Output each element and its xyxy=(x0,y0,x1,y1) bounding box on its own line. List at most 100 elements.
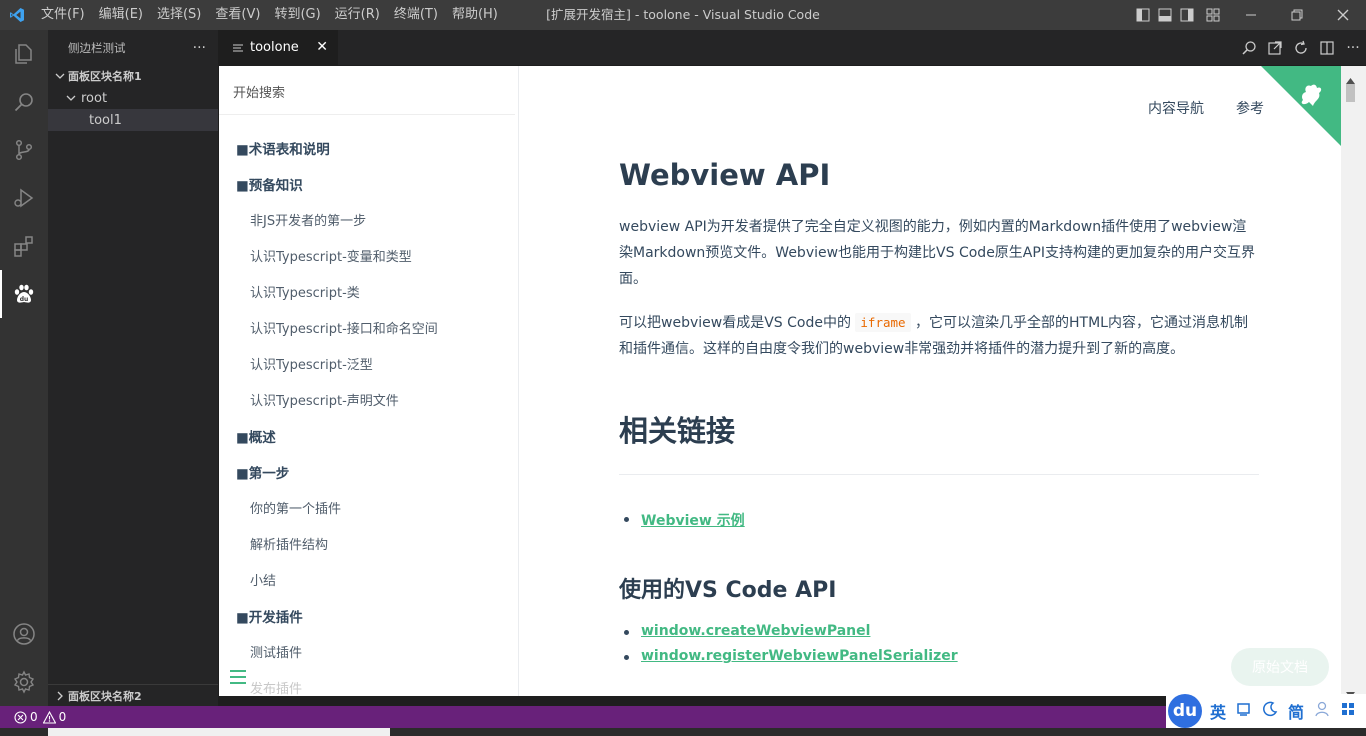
menu-edit[interactable]: 编辑(E) xyxy=(92,0,150,30)
settings-gear-icon[interactable] xyxy=(0,658,48,706)
ime-simplified-toggle[interactable]: 简 xyxy=(1288,699,1304,723)
page-title: Webview API xyxy=(619,158,831,192)
extensions-icon[interactable] xyxy=(0,222,48,270)
customize-layout-icon[interactable] xyxy=(1198,0,1228,30)
nav-item[interactable]: 发布插件 xyxy=(219,672,518,696)
minimize-icon[interactable] xyxy=(1228,0,1274,30)
accounts-icon[interactable] xyxy=(0,610,48,658)
find-icon[interactable] xyxy=(1236,30,1262,65)
taskbar-window-strip xyxy=(48,728,390,736)
toggle-panel-icon[interactable] xyxy=(1154,0,1176,30)
baidu-paw-icon[interactable]: du xyxy=(0,270,48,318)
nav-link-content[interactable]: 内容导航 xyxy=(1148,98,1204,118)
preview-lines-icon xyxy=(232,42,244,54)
toggle-secondary-sidebar-icon[interactable] xyxy=(1176,0,1198,30)
status-bar: 0 0 xyxy=(0,706,1366,728)
nav-item[interactable]: 认识Typescript-类 xyxy=(219,276,518,312)
chevron-right-icon xyxy=(52,691,68,701)
title-bar: 文件(F) 编辑(E) 选择(S) 查看(V) 转到(G) 运行(R) 终端(T… xyxy=(0,0,1366,30)
ime-moon-icon[interactable] xyxy=(1262,701,1278,721)
paragraph-text: 可以把webview看成是VS Code中的 xyxy=(619,315,856,331)
nav-link-reference[interactable]: 参考 xyxy=(1236,98,1264,118)
os-taskbar xyxy=(0,728,1366,736)
close-window-icon[interactable] xyxy=(1320,0,1366,30)
nav-group[interactable]: ■开发插件 xyxy=(219,600,518,636)
ime-user-icon[interactable] xyxy=(1314,701,1330,721)
original-docs-button[interactable]: 原始文档 xyxy=(1231,648,1329,686)
link-register-serializer[interactable]: window.registerWebviewPanelSerializer xyxy=(624,648,958,664)
section-header-2[interactable]: 面板区块名称2 xyxy=(48,684,218,706)
sidebar-header: 侧边栏测试 ··· xyxy=(48,30,218,65)
nav-item[interactable]: 认识Typescript-泛型 xyxy=(219,348,518,384)
nav-item[interactable]: 认识Typescript-变量和类型 xyxy=(219,240,518,276)
split-editor-icon[interactable] xyxy=(1314,30,1340,65)
nav-group[interactable]: ■概述 xyxy=(219,420,518,456)
warning-icon xyxy=(42,710,56,724)
error-count: 0 xyxy=(30,710,38,724)
restore-icon[interactable] xyxy=(1274,0,1320,30)
problems-indicator[interactable]: 0 0 xyxy=(0,710,66,724)
more-actions-icon[interactable]: ··· xyxy=(193,40,206,56)
more-actions-icon[interactable]: ··· xyxy=(1340,30,1366,65)
menu-bar: 文件(F) 编辑(E) 选择(S) 查看(V) 转到(G) 运行(R) 终端(T… xyxy=(34,0,505,30)
heading-divider xyxy=(619,474,1259,475)
chevron-down-icon xyxy=(61,93,81,103)
menu-run[interactable]: 运行(R) xyxy=(328,0,387,30)
scrollbar-thumb[interactable] xyxy=(1346,84,1355,102)
github-corner-icon[interactable] xyxy=(1261,66,1341,146)
section-heading-links: 相关链接 xyxy=(619,414,736,448)
tab-toolone[interactable]: toolone ✕ xyxy=(218,30,338,65)
close-tab-icon[interactable]: ✕ xyxy=(316,39,328,55)
editor-actions: ··· xyxy=(1236,30,1366,65)
error-icon xyxy=(14,710,27,724)
menu-terminal[interactable]: 终端(T) xyxy=(387,0,445,30)
docs-search-input[interactable]: 开始搜索 xyxy=(233,82,285,101)
ime-skin-icon[interactable] xyxy=(1340,701,1356,721)
vertical-scrollbar[interactable] xyxy=(1341,66,1366,698)
link-create-webview-panel[interactable]: window.createWebviewPanel xyxy=(623,623,870,639)
ime-english-toggle[interactable]: 英 xyxy=(1210,699,1226,723)
top-navigation: 内容导航 参考 xyxy=(1116,98,1264,118)
reload-icon[interactable] xyxy=(1288,30,1314,65)
nav-item[interactable]: 你的第一个插件 xyxy=(219,492,518,528)
menu-file[interactable]: 文件(F) xyxy=(34,0,92,30)
menu-selection[interactable]: 选择(S) xyxy=(150,0,208,30)
menu-go[interactable]: 转到(G) xyxy=(267,0,327,30)
nav-item[interactable]: 小结 xyxy=(219,564,518,600)
nav-item[interactable]: 非JS开发者的第一步 xyxy=(219,204,518,240)
warning-count: 0 xyxy=(58,710,67,724)
section-title-1: 面板区块名称1 xyxy=(68,70,142,83)
paragraph-intro: webview API为开发者提供了完全自定义视图的能力，例如内置的Markdo… xyxy=(619,219,1255,287)
editor-tab-bar: toolone ✕ ··· xyxy=(218,30,1366,65)
search-icon[interactable] xyxy=(0,78,48,126)
nav-group[interactable]: ■预备知识 xyxy=(219,168,518,204)
docs-nav: ■术语表和说明 ■预备知识 非JS开发者的第一步 认识Typescript-变量… xyxy=(219,132,518,696)
baidu-ime-logo-icon[interactable]: du xyxy=(1168,694,1202,728)
nav-item[interactable]: 认识Typescript-声明文件 xyxy=(219,384,518,420)
tree-item-tool1[interactable]: tool1 xyxy=(48,109,218,131)
tree-item-root[interactable]: root xyxy=(48,87,218,109)
explorer-icon[interactable] xyxy=(0,30,48,78)
nav-item[interactable]: 解析插件结构 xyxy=(219,528,518,564)
source-control-icon[interactable] xyxy=(0,126,48,174)
section-heading-api: 使用的VS Code API xyxy=(619,578,837,603)
run-debug-icon[interactable] xyxy=(0,174,48,222)
open-in-browser-icon[interactable] xyxy=(1262,30,1288,65)
link-webview-sample[interactable]: Webview 示例 xyxy=(624,510,745,530)
nav-item[interactable]: 认识Typescript-接口和命名空间 xyxy=(219,312,518,348)
ime-toolbar: du 英 简 xyxy=(1166,694,1366,728)
section-header-1[interactable]: 面板区块名称1 xyxy=(48,65,218,87)
menu-help[interactable]: 帮助(H) xyxy=(445,0,505,30)
menu-view[interactable]: 查看(V) xyxy=(208,0,267,30)
sidebar-toggle-icon[interactable] xyxy=(230,670,246,684)
ime-punctuation-icon[interactable] xyxy=(1236,701,1252,721)
nav-group[interactable]: ■术语表和说明 xyxy=(219,132,518,168)
webview-panel: 开始搜索 ■术语表和说明 ■预备知识 非JS开发者的第一步 认识Typescri… xyxy=(219,66,1341,696)
nav-item[interactable]: 测试插件 xyxy=(219,636,518,672)
nav-group[interactable]: ■第一步 xyxy=(219,456,518,492)
tree-item-label: tool1 xyxy=(89,112,122,128)
sidebar: 侧边栏测试 ··· 面板区块名称1 root tool1 面板区块名称2 xyxy=(48,30,218,706)
tab-label: toolone xyxy=(250,40,299,55)
chevron-down-icon xyxy=(52,71,68,81)
toggle-sidebar-icon[interactable] xyxy=(1132,0,1154,30)
